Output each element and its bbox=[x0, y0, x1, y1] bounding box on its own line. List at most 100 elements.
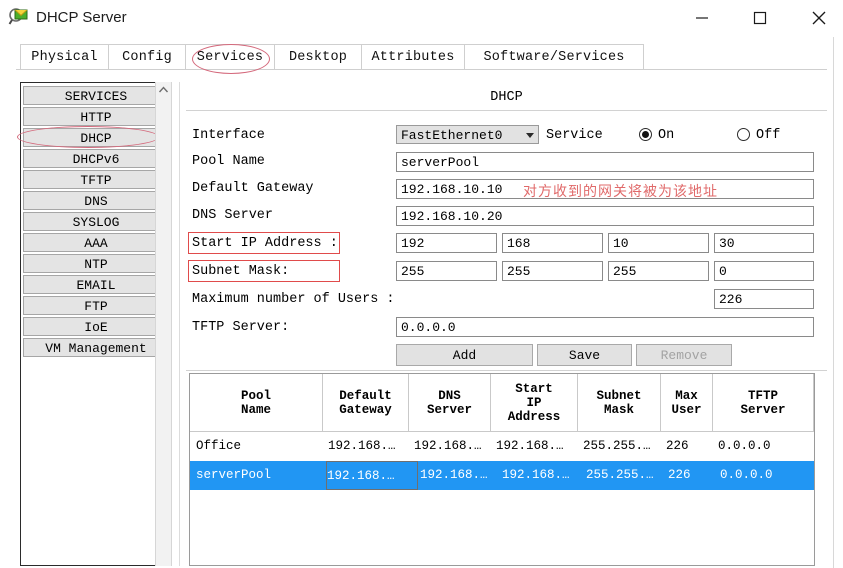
sidebar-item-ioe[interactable]: IoE bbox=[23, 317, 169, 336]
default-gateway-label: Default Gateway bbox=[192, 181, 314, 196]
sidebar-item-services[interactable]: SERVICES bbox=[23, 86, 169, 105]
column-header-subnet-mask[interactable]: Subnet Mask bbox=[578, 374, 661, 432]
column-header-pool-name[interactable]: Pool Name bbox=[190, 374, 323, 432]
column-header-tftp-server-label: TFTP Server bbox=[740, 388, 786, 417]
tab-attributes[interactable]: Attributes bbox=[361, 44, 465, 69]
add-button[interactable]: Add bbox=[396, 344, 533, 366]
max-users-input[interactable]: 226 bbox=[714, 289, 814, 309]
tab-desktop[interactable]: Desktop bbox=[274, 44, 362, 69]
minimize-button[interactable] bbox=[679, 0, 725, 36]
cell-pool-name: Office bbox=[196, 439, 242, 453]
dhcp-pool-table: Pool Name Default Gateway DNS Server Start I… bbox=[189, 373, 815, 566]
sidebar-item-aaa[interactable]: AAA bbox=[23, 233, 169, 252]
column-header-start-ip-label: Start IP Address bbox=[507, 381, 561, 424]
window-title: DHCP Server bbox=[36, 9, 127, 26]
start-ip-octet-4[interactable]: 30 bbox=[714, 233, 814, 253]
cell-start-ip: 192.168.… bbox=[502, 468, 570, 482]
table-divider bbox=[186, 370, 827, 371]
interface-dropdown[interactable]: FastEthernet0 bbox=[396, 125, 539, 144]
service-on-label: On bbox=[658, 128, 675, 143]
table-row[interactable]: serverPool 192.168.… 192.168.… 192.168.…… bbox=[190, 461, 814, 490]
dhcp-server-window: DHCP Server Physical Config Services Des… bbox=[0, 0, 843, 568]
service-off-radio[interactable] bbox=[737, 128, 750, 141]
cell-pool-name: serverPool bbox=[196, 468, 272, 482]
tab-software-services[interactable]: Software/Services bbox=[464, 44, 644, 69]
sidebar-item-tftp[interactable]: TFTP bbox=[23, 170, 169, 189]
tab-physical[interactable]: Physical bbox=[20, 44, 109, 69]
column-header-pool-name-label: Pool Name bbox=[240, 388, 271, 417]
subnet-mask-octet-2[interactable]: 255 bbox=[502, 261, 603, 281]
cell-default-gateway: 192.168.… bbox=[328, 439, 396, 453]
service-label: Service bbox=[546, 128, 603, 143]
service-on-radio[interactable] bbox=[639, 128, 652, 141]
start-ip-octet-3[interactable]: 10 bbox=[608, 233, 709, 253]
pool-name-input[interactable]: serverPool bbox=[396, 152, 814, 172]
panel-divider bbox=[179, 82, 180, 566]
start-ip-octet-2[interactable]: 168 bbox=[502, 233, 603, 253]
column-header-dns-server-label: DNS Server bbox=[426, 388, 472, 417]
tftp-server-label: TFTP Server: bbox=[192, 320, 290, 335]
subnet-mask-octet-3[interactable]: 255 bbox=[608, 261, 709, 281]
maximize-button[interactable] bbox=[737, 0, 783, 36]
remove-button[interactable]: Remove bbox=[636, 344, 732, 366]
column-header-default-gateway[interactable]: Default Gateway bbox=[323, 374, 409, 432]
chevron-up-icon[interactable] bbox=[156, 82, 171, 98]
cell-max-user: 226 bbox=[666, 439, 689, 453]
title-divider bbox=[186, 110, 827, 111]
column-header-start-ip[interactable]: Start IP Address bbox=[491, 374, 578, 432]
interface-label: Interface bbox=[192, 128, 265, 143]
sidebar-item-email[interactable]: EMAIL bbox=[23, 275, 169, 294]
cell-subnet-mask: 255.255.… bbox=[586, 468, 654, 482]
cell-max-user: 226 bbox=[668, 468, 691, 482]
sidebar-item-ftp[interactable]: FTP bbox=[23, 296, 169, 315]
sidebar-item-dns[interactable]: DNS bbox=[23, 191, 169, 210]
tab-services[interactable]: Services bbox=[185, 44, 275, 69]
tab-strip-divider bbox=[16, 69, 827, 70]
cell-dns-server: 192.168.… bbox=[420, 468, 488, 482]
column-header-max-user-label: Max User bbox=[671, 388, 702, 417]
cell-dns-server: 192.168.… bbox=[414, 439, 482, 453]
column-header-default-gateway-label: Default Gateway bbox=[339, 388, 392, 417]
services-list-scrollbar[interactable] bbox=[155, 82, 172, 566]
cell-tftp-server: 0.0.0.0 bbox=[720, 468, 773, 482]
max-users-label: Maximum number of Users : bbox=[192, 292, 395, 307]
services-list-panel: SERVICES HTTP DHCP DHCPv6 TFTP DNS SYSLO… bbox=[20, 82, 172, 566]
column-header-dns-server[interactable]: DNS Server bbox=[409, 374, 491, 432]
dns-server-label: DNS Server bbox=[192, 208, 274, 223]
cell-start-ip: 192.168.… bbox=[496, 439, 564, 453]
gateway-annotation-text: 对方收到的网关将被为该地址 bbox=[523, 184, 718, 200]
start-ip-octet-1[interactable]: 192 bbox=[396, 233, 497, 253]
sidebar-item-http[interactable]: HTTP bbox=[23, 107, 169, 126]
cell-tftp-server: 0.0.0.0 bbox=[718, 439, 771, 453]
sidebar-item-vm-management[interactable]: VM Management bbox=[23, 338, 169, 357]
cell-subnet-mask: 255.255.… bbox=[583, 439, 651, 453]
tab-config[interactable]: Config bbox=[108, 44, 186, 69]
interface-dropdown-value: FastEthernet0 bbox=[401, 128, 503, 143]
column-header-tftp-server[interactable]: TFTP Server bbox=[713, 374, 814, 432]
subnet-mask-octet-1[interactable]: 255 bbox=[396, 261, 497, 281]
panel-title: DHCP bbox=[490, 90, 523, 105]
tftp-server-input[interactable]: 0.0.0.0 bbox=[396, 317, 814, 337]
sidebar-item-dhcpv6[interactable]: DHCPv6 bbox=[23, 149, 169, 168]
save-button[interactable]: Save bbox=[537, 344, 632, 366]
subnet-mask-label: Subnet Mask: bbox=[192, 264, 290, 279]
cell-default-gateway: 192.168.… bbox=[326, 461, 418, 490]
table-row[interactable]: Office 192.168.… 192.168.… 192.168.… 255… bbox=[190, 432, 814, 461]
packet-tracer-device-icon bbox=[8, 7, 30, 29]
close-button[interactable] bbox=[796, 0, 842, 36]
window-right-border bbox=[833, 37, 834, 568]
sidebar-item-dhcp[interactable]: DHCP bbox=[23, 128, 169, 147]
start-ip-label: Start IP Address : bbox=[192, 236, 338, 251]
chevron-down-icon bbox=[526, 133, 534, 138]
subnet-mask-octet-4[interactable]: 0 bbox=[714, 261, 814, 281]
tab-bar: Physical Config Services Desktop Attribu… bbox=[0, 44, 843, 70]
dns-server-input[interactable]: 192.168.10.20 bbox=[396, 206, 814, 226]
service-off-label: Off bbox=[756, 128, 781, 143]
sidebar-item-ntp[interactable]: NTP bbox=[23, 254, 169, 273]
column-header-max-user[interactable]: Max User bbox=[661, 374, 713, 432]
pool-name-label: Pool Name bbox=[192, 154, 265, 169]
dhcp-config-panel: DHCP Interface FastEthernet0 Service On … bbox=[186, 82, 827, 568]
column-header-subnet-mask-label: Subnet Mask bbox=[596, 388, 642, 417]
sidebar-item-syslog[interactable]: SYSLOG bbox=[23, 212, 169, 231]
title-bar: DHCP Server bbox=[0, 0, 843, 37]
